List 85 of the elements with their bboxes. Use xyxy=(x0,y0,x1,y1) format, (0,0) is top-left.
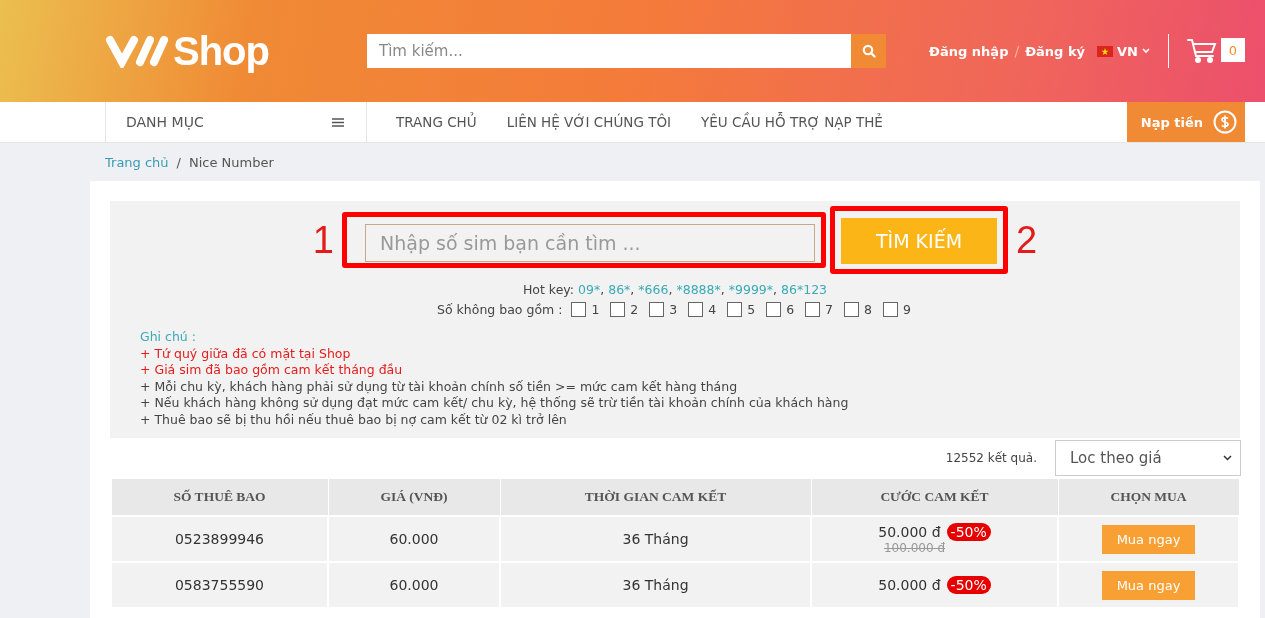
checkbox[interactable] xyxy=(805,302,821,317)
fee-text: 50.000 đ xyxy=(878,577,941,593)
category-menu[interactable]: DANH MỤC xyxy=(105,102,367,142)
search-button[interactable]: TÌM KIẾM xyxy=(841,218,997,264)
exclude-label: Số không bao gồm : xyxy=(437,302,563,317)
table-cell: 36 Tháng xyxy=(500,562,811,608)
comma: , xyxy=(630,282,635,297)
comma: , xyxy=(668,282,673,297)
column-header: GIÁ (VNĐ) xyxy=(328,478,500,516)
annotation-number: 1 xyxy=(312,218,334,262)
flag-icon xyxy=(1097,45,1114,57)
checkbox[interactable] xyxy=(571,302,587,317)
checkbox[interactable] xyxy=(727,302,743,317)
checkbox-label: 8 xyxy=(864,302,872,317)
sim-number-field[interactable]: Nhập số sim bạn cần tìm ... xyxy=(365,224,815,262)
discount-badge: -50% xyxy=(946,523,991,541)
checkbox-label: 2 xyxy=(630,302,639,317)
hot-key-link[interactable]: 86*123 xyxy=(781,282,828,297)
search-field[interactable]: Tìm kiếm... xyxy=(367,34,851,68)
breadcrumb-current: Nice Number xyxy=(189,154,274,170)
cart-icon[interactable] xyxy=(1187,38,1217,64)
old-price: 100.000 đ xyxy=(882,541,947,555)
hot-key-link[interactable]: 09* xyxy=(578,282,601,297)
checkbox[interactable] xyxy=(844,302,860,317)
checkbox[interactable] xyxy=(610,302,626,317)
checkbox[interactable] xyxy=(883,302,898,317)
hot-key-label: Hot key: xyxy=(522,282,575,297)
checkbox-label: 3 xyxy=(669,302,678,317)
note-text: + Nếu khách hàng không sử dụng đạt mức cam kết/ chu kỳ, hệ thống sẽ trừ tiền tài khoản chính của khách hàng xyxy=(140,395,850,412)
note-text: + Tứ quý giữa đã có mặt tại Shop xyxy=(140,345,352,362)
checkbox[interactable] xyxy=(649,302,665,317)
login-link[interactable]: Đăng nhập xyxy=(929,43,1009,59)
language-selector[interactable]: VN xyxy=(1097,43,1150,59)
separator: / xyxy=(1014,43,1020,59)
table-cell: 60.000 xyxy=(328,562,500,608)
table-cell: 36 Tháng xyxy=(500,516,811,562)
nav-link[interactable]: LIÊN HỆ VỚI CHÚNG TÔI xyxy=(506,114,672,130)
category-label: DANH MỤC xyxy=(126,114,204,130)
register-link[interactable]: Đăng ký xyxy=(1025,43,1086,59)
logo-mark-icon xyxy=(105,34,169,68)
hot-key-link[interactable]: *8888* xyxy=(676,282,721,297)
breadcrumb-link[interactable]: Trang chủ xyxy=(105,154,169,170)
table-cell: 60.000 xyxy=(328,516,500,562)
column-header: CHỌN MUA xyxy=(1058,478,1239,516)
note-text: + Giá sim đã bao gồm cam kết tháng đầu xyxy=(140,362,404,379)
hot-key-link[interactable]: 86* xyxy=(608,282,631,297)
checkbox-label: 7 xyxy=(825,302,834,317)
nav-link[interactable]: YÊU CẦU HỖ TRỢ NẠP THẺ xyxy=(701,114,883,130)
dollar-coin-icon xyxy=(1213,110,1237,134)
buy-button[interactable]: Mua ngay xyxy=(1101,570,1196,600)
checkbox-label: 5 xyxy=(747,302,756,317)
menu-icon xyxy=(332,117,344,127)
search-icon xyxy=(861,44,876,58)
column-header: THỜI GIAN CAM KẾT xyxy=(500,478,811,516)
hot-key-link[interactable]: *666 xyxy=(638,282,669,297)
column-header: CƯỚC CAM KẾT xyxy=(811,478,1058,516)
discount-badge: -50% xyxy=(946,576,991,594)
comma: , xyxy=(773,282,778,297)
table-cell: 0523899946 xyxy=(111,516,328,562)
fee-text: 50.000 đ xyxy=(878,524,941,540)
buy-button[interactable]: Mua ngay xyxy=(1101,524,1196,554)
result-count: 12552 kết quả. xyxy=(945,451,1037,465)
comma: , xyxy=(600,282,605,297)
chevron-down-icon xyxy=(1223,455,1232,461)
logo[interactable]: Shop xyxy=(105,28,367,74)
note-text: + Mỗi chu kỳ, khách hàng phải sử dụng từ tài khoản chính số tiền >= mức cam kết hàng tháng xyxy=(140,378,739,395)
checkbox[interactable] xyxy=(688,302,704,317)
cart-count-badge: 0 xyxy=(1221,38,1245,62)
checkbox-label: 4 xyxy=(708,302,717,317)
comma: , xyxy=(720,282,725,297)
notes-title: Ghi chú : xyxy=(140,329,197,346)
checkbox-label: 6 xyxy=(786,302,795,317)
hot-key-link[interactable]: *9999* xyxy=(728,282,774,297)
breadcrumb-separator: / xyxy=(176,154,181,170)
annotation-number: 2 xyxy=(1016,218,1038,262)
column-header: SỐ THUÊ BAO xyxy=(111,478,328,516)
note-text: + Thuê bao sẽ bị thu hồi nếu thuê bao bị nợ cam kết từ 02 kì trở lên xyxy=(140,411,568,428)
price-filter-dropdown[interactable]: Loc theo giá xyxy=(1055,440,1241,476)
checkbox-label: 9 xyxy=(903,302,911,317)
checkbox[interactable] xyxy=(766,302,782,317)
checkbox-label: 1 xyxy=(591,302,600,317)
chevron-down-icon xyxy=(1142,48,1150,54)
topup-button[interactable]: Nạp tiền xyxy=(1126,102,1245,142)
table-cell: 0583755590 xyxy=(111,562,328,608)
nav-link[interactable]: TRANG CHỦ xyxy=(396,114,477,130)
